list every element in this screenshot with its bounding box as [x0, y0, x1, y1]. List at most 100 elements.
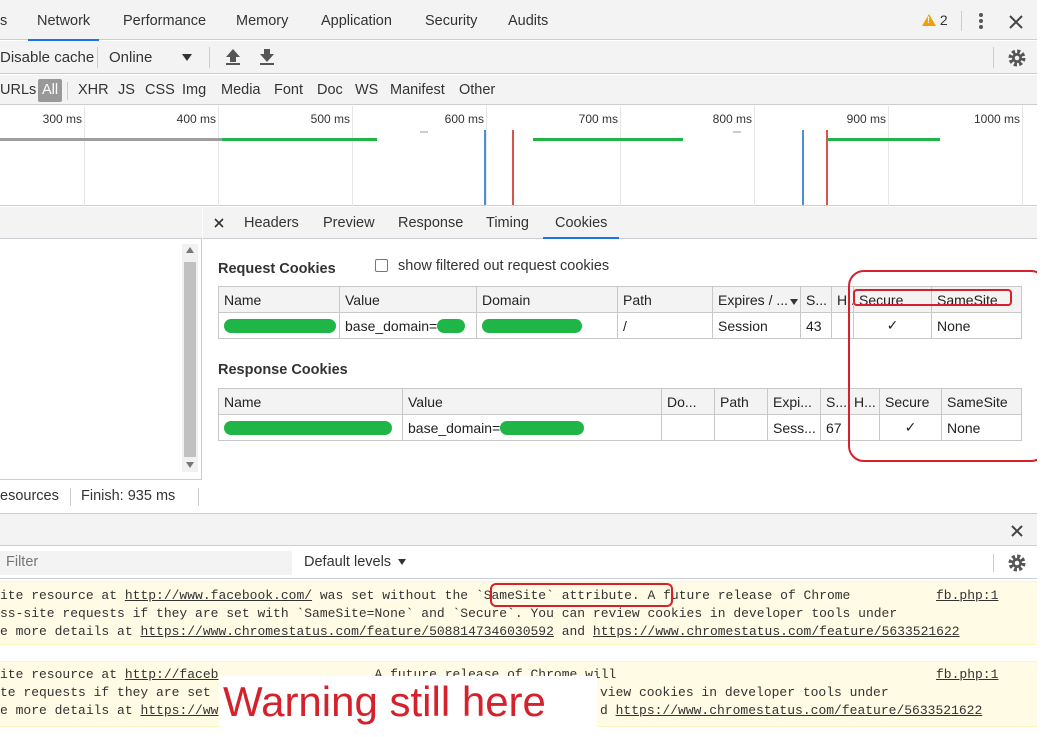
divider [97, 47, 98, 68]
scroll-up-arrow[interactable] [186, 247, 194, 253]
close-icon[interactable] [214, 218, 224, 228]
close-icon[interactable] [1011, 525, 1023, 537]
disable-cache-label[interactable]: Disable cache [0, 41, 94, 74]
warning-line: e more details at https://ww [0, 703, 218, 718]
tab-application[interactable]: Application [321, 0, 392, 40]
column-size[interactable]: S... [820, 388, 849, 415]
warning-line: e more details at https://www.chromestat… [0, 624, 960, 639]
tab-timing[interactable]: Timing [486, 207, 529, 239]
console-filter-input[interactable]: Filter [0, 551, 292, 575]
tab-cookies[interactable]: Cookies [542, 207, 620, 239]
warning-link[interactable]: https://ww [140, 703, 218, 718]
show-filtered-cookies-label: show filtered out request cookies [398, 258, 610, 274]
timeline-tick: 600 ms [444, 112, 484, 126]
cookie-path-cell: / [617, 312, 713, 339]
request-list-header [0, 207, 202, 239]
divider [209, 47, 210, 68]
show-filtered-cookies-checkbox[interactable] [375, 259, 388, 272]
close-icon[interactable] [1009, 15, 1023, 29]
filter-img[interactable]: Img [182, 75, 206, 106]
warning-link[interactable]: http://faceb [125, 667, 219, 682]
filter-doc[interactable]: Doc [317, 75, 343, 106]
gear-icon[interactable] [1007, 553, 1027, 573]
warning-source-link[interactable]: fb.php:1 [936, 667, 998, 682]
network-toolbar: Disable cache Online [0, 41, 1037, 74]
redacted-mark [482, 318, 582, 333]
filter-css[interactable]: CSS [145, 75, 175, 106]
tab-headers[interactable]: Headers [244, 207, 299, 239]
filter-manifest[interactable]: Manifest [390, 75, 445, 106]
cookie-size-cell: 67 [820, 414, 849, 441]
cookie-domain-cell [476, 312, 618, 339]
request-bar-download [533, 138, 683, 141]
column-value[interactable]: Value [339, 286, 477, 313]
warning-link[interactable]: https://www.chromestatus.com/feature/563… [616, 703, 983, 718]
annotation-text: Warning still here [223, 678, 546, 725]
redacted-mark [224, 420, 392, 435]
request-cookies-title: Request Cookies [218, 261, 336, 277]
chevron-down-icon[interactable] [182, 54, 192, 61]
devtools-tab-bar: s Network Performance Memory Application… [0, 0, 1037, 41]
filter-ws[interactable]: WS [355, 75, 378, 106]
text: and [553, 624, 593, 639]
tab-security[interactable]: Security [425, 0, 477, 40]
filter-media[interactable]: Media [221, 75, 261, 106]
warning-line: view cookies in developer tools under [600, 685, 889, 700]
network-overview-timeline[interactable]: 300 ms 400 ms 500 ms 600 ms 700 ms 800 m… [0, 106, 1037, 206]
cookie-name-cell [218, 312, 340, 339]
warning-source-link[interactable]: fb.php:1 [936, 588, 998, 603]
request-detail-tabs: Headers Preview Response Timing Cookies [203, 207, 1037, 239]
sort-arrow-icon [790, 298, 799, 305]
tab-memory[interactable]: Memory [236, 0, 288, 40]
warning-link[interactable]: http://www.facebook.com/ [125, 588, 312, 603]
cookie-expires-cell: Sess... [767, 414, 821, 441]
import-har-icon[interactable] [225, 48, 241, 66]
throttling-select[interactable]: Online [109, 41, 152, 74]
tab-elements-partial[interactable]: s [0, 0, 7, 40]
chevron-down-icon[interactable] [398, 559, 406, 565]
warning-line: d https://www.chromestatus.com/feature/5… [600, 703, 982, 718]
request-list-panel [0, 207, 202, 512]
warning-link[interactable]: https://www.chromestatus.com/feature/508… [140, 624, 553, 639]
divider [961, 11, 962, 31]
more-options-icon[interactable] [973, 10, 989, 32]
column-name[interactable]: Name [218, 286, 340, 313]
tab-performance[interactable]: Performance [123, 0, 206, 40]
filter-js[interactable]: JS [118, 75, 135, 106]
filter-font[interactable]: Font [274, 75, 303, 106]
export-har-icon[interactable] [259, 48, 275, 66]
column-expires[interactable]: Expires / ... [712, 286, 801, 313]
cookie-name-cell [218, 414, 403, 441]
warning-link[interactable]: https://www.chromestatus.com/feature/563… [593, 624, 960, 639]
load-event-marker [826, 130, 828, 205]
tab-network[interactable]: Network [27, 0, 100, 41]
cookie-value-text: base_domain= [408, 419, 501, 436]
text: ite resource at [0, 588, 125, 603]
column-path[interactable]: Path [714, 388, 768, 415]
log-levels-select[interactable]: Default levels [304, 554, 391, 570]
text: te requests if they are set [0, 685, 211, 700]
column-value[interactable]: Value [402, 388, 662, 415]
column-domain[interactable]: Domain [476, 286, 618, 313]
column-size[interactable]: S... [800, 286, 832, 313]
tab-preview[interactable]: Preview [323, 207, 375, 239]
scrollbar-thumb[interactable] [184, 262, 196, 457]
filter-all[interactable]: All [38, 79, 63, 102]
tab-audits[interactable]: Audits [508, 0, 548, 40]
column-domain[interactable]: Do... [661, 388, 715, 415]
filter-xhr[interactable]: XHR [78, 75, 109, 106]
divider [993, 554, 994, 572]
column-expires-label: Expires / ... [718, 291, 789, 308]
redacted-mark [224, 318, 336, 333]
tab-response[interactable]: Response [398, 207, 463, 239]
column-expires[interactable]: Expi... [767, 388, 821, 415]
column-path[interactable]: Path [617, 286, 713, 313]
gear-icon[interactable] [1007, 48, 1027, 68]
divider [993, 47, 994, 68]
filter-other[interactable]: Other [459, 75, 495, 106]
scroll-down-arrow[interactable] [186, 462, 194, 468]
filter-hide-data-urls[interactable]: URLs [0, 75, 36, 106]
column-name[interactable]: Name [218, 388, 403, 415]
network-status-bar: esources Finish: 935 ms [0, 479, 202, 512]
warning-count-badge[interactable]: 2 [922, 12, 952, 32]
